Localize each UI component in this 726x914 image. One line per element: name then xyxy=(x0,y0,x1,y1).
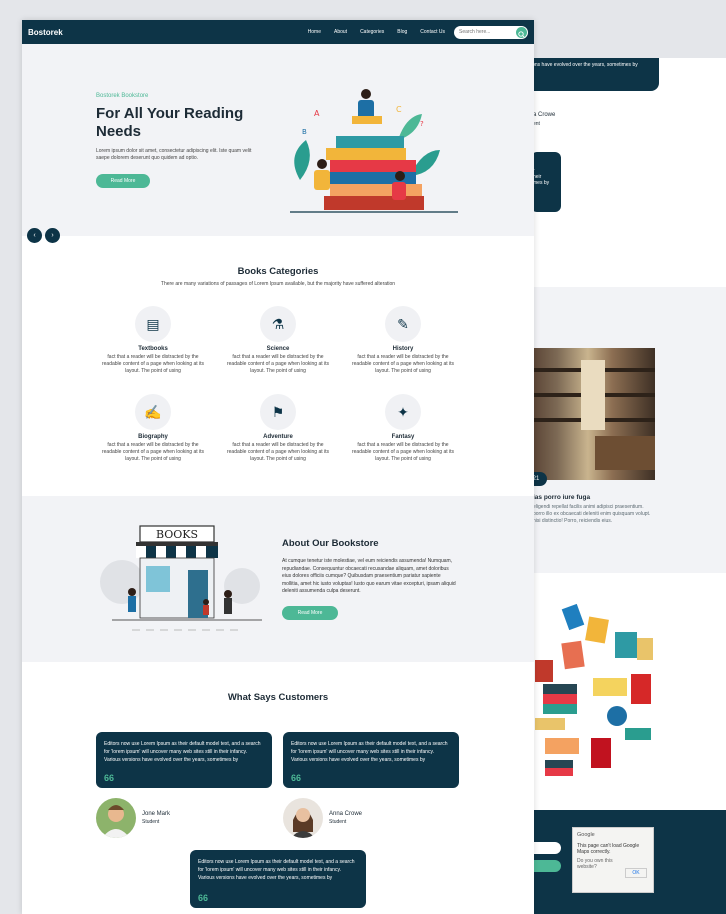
about-read-more-button[interactable]: Read More xyxy=(282,606,338,620)
nav-item-home[interactable]: Home xyxy=(308,29,321,35)
category-textbooks[interactable]: ▤ Textbooks fact that a reader will be d… xyxy=(98,306,208,375)
category-text: fact that a reader will be distracted by… xyxy=(351,354,455,374)
bookstore-illustration: BOOKS xyxy=(100,525,262,631)
back-person-name: a Crowe xyxy=(533,112,556,118)
navbar: Bostorek Home About Categories Blog Cont… xyxy=(22,20,534,44)
books-collage-illustration xyxy=(535,603,653,776)
category-history[interactable]: ✎ History fact that a reader will be dis… xyxy=(348,306,458,375)
search-icon xyxy=(518,30,525,38)
search-box xyxy=(454,25,528,39)
category-name: Biography xyxy=(138,434,168,440)
map-dialog-ok-button[interactable]: OK xyxy=(625,868,647,878)
svg-text:B: B xyxy=(302,128,307,136)
history-icon: ✎ xyxy=(385,306,421,342)
blog-post-image[interactable] xyxy=(533,348,655,480)
map-dialog-message: This page can't load Google Maps correct… xyxy=(577,843,640,855)
nav-item-about[interactable]: About xyxy=(334,29,347,35)
category-name: History xyxy=(392,346,414,352)
categories-subtitle: There are many variations of passages of… xyxy=(160,281,396,287)
testimonial-text: Editors now use Lorem Ipsum as their def… xyxy=(198,859,355,881)
categories-title: Books Categories xyxy=(237,266,319,277)
map-dialog-title: Google xyxy=(577,832,595,838)
main-page: Bostorek Home About Categories Blog Cont… xyxy=(22,20,534,914)
footer-input-field[interactable] xyxy=(533,842,561,854)
category-text: fact that a reader will be distracted by… xyxy=(226,442,330,462)
hero-section: Bostorek Bookstore For All Your Reading … xyxy=(22,44,534,236)
about-title: About Our Bookstore xyxy=(282,538,379,549)
about-section: BOOKS About Our Bookstore At cumque tene… xyxy=(22,496,534,662)
search-button[interactable] xyxy=(516,26,527,38)
google-map-error-dialog: Google This page can't load Google Maps … xyxy=(572,827,654,893)
category-text: fact that a reader will be distracted by… xyxy=(101,354,205,374)
hero-title: For All Your Reading Needs xyxy=(96,105,244,140)
avatar xyxy=(96,798,136,838)
category-name: Textbooks xyxy=(138,346,168,352)
textbook-icon: ▤ xyxy=(135,306,171,342)
blog-post-excerpt: eligendi repellat facilis animi adipisci… xyxy=(533,504,651,524)
blog-post-title[interactable]: ias porro iure fuga xyxy=(533,494,590,501)
svg-text:?: ? xyxy=(420,120,424,128)
avatar xyxy=(283,798,323,838)
customer-name: Anna Crowe xyxy=(329,811,363,817)
hero-subtitle: Bostorek Bookstore xyxy=(96,93,149,99)
adventure-icon: ⚑ xyxy=(260,394,296,430)
quote-icon: 66 xyxy=(104,773,115,783)
nav-item-blog[interactable]: Blog xyxy=(397,29,407,35)
hero-read-more-button[interactable]: Read More xyxy=(96,174,150,188)
testimonial-text: Editors now use Lorem Ipsum as their def… xyxy=(104,741,261,763)
customers-section: What Says Customers Editors now use Lore… xyxy=(22,662,534,914)
nav-menu: Home About Categories Blog Contact Us xyxy=(308,29,445,35)
category-text: fact that a reader will be distracted by… xyxy=(101,442,205,462)
science-icon: ⚗ xyxy=(260,306,296,342)
customer-name: Jone Mark xyxy=(142,811,171,817)
quote-icon: 66 xyxy=(291,773,302,783)
back-testimonial-2-text: r heir mes by xyxy=(533,168,550,186)
background-page: ions have evolved over the years, someti… xyxy=(505,58,726,914)
brand-logo[interactable]: Bostorek xyxy=(28,28,63,37)
fantasy-icon: ✦ xyxy=(385,394,421,430)
category-name: Fantasy xyxy=(391,434,415,440)
about-text: At cumque tenetur iste molestiae, vel eu… xyxy=(282,558,456,594)
category-fantasy[interactable]: ✦ Fantasy fact that a reader will be dis… xyxy=(348,394,458,463)
testimonial-text: Editors now use Lorem Ipsum as their def… xyxy=(291,741,448,763)
categories-section: Books Categories There are many variatio… xyxy=(22,236,534,496)
testimonial-card: Editors now use Lorem Ipsum as their def… xyxy=(190,850,366,908)
footer-submit-button[interactable] xyxy=(533,860,561,872)
testimonial-card: Editors now use Lorem Ipsum as their def… xyxy=(283,732,459,788)
nav-item-categories[interactable]: Categories xyxy=(360,29,384,35)
customer-role: Student xyxy=(329,819,347,825)
back-testimonial-text: ions have evolved over the years, someti… xyxy=(531,62,638,68)
category-text: fact that a reader will be distracted by… xyxy=(226,354,330,374)
category-biography[interactable]: ✍ Biography fact that a reader will be d… xyxy=(98,394,208,463)
store-sign-text: BOOKS xyxy=(156,528,198,541)
category-name: Science xyxy=(266,346,290,352)
nav-item-contact[interactable]: Contact Us xyxy=(420,29,445,35)
category-adventure[interactable]: ⚑ Adventure fact that a reader will be d… xyxy=(223,394,333,463)
back-testimonial-box: ions have evolved over the years, someti… xyxy=(525,58,659,91)
back-testimonial-box-2: r heir mes by xyxy=(531,152,561,212)
quote-icon: 66 xyxy=(198,893,209,903)
svg-text:C: C xyxy=(396,105,402,114)
testimonial-card: Editors now use Lorem Ipsum as their def… xyxy=(96,732,272,788)
svg-text:A: A xyxy=(314,109,320,118)
hero-reading-illustration: A B C ? xyxy=(290,89,458,213)
back-person-role: ent xyxy=(533,121,540,127)
category-science[interactable]: ⚗ Science fact that a reader will be dis… xyxy=(223,306,333,375)
category-text: fact that a reader will be distracted by… xyxy=(351,442,455,462)
customers-title: What Says Customers xyxy=(227,692,329,703)
map-dialog-question: Do you own this website? xyxy=(577,858,613,870)
customer-anna-crowe: Anna Crowe Student xyxy=(283,798,362,838)
hero-text: Lorem ipsum dolor sit amet, consectetur … xyxy=(96,148,252,161)
biography-icon: ✍ xyxy=(135,394,171,430)
category-name: Adventure xyxy=(263,434,293,440)
search-input[interactable] xyxy=(459,29,511,35)
customer-jone-mark: Jone Mark Student xyxy=(96,798,170,838)
customer-role: Student xyxy=(142,819,160,825)
